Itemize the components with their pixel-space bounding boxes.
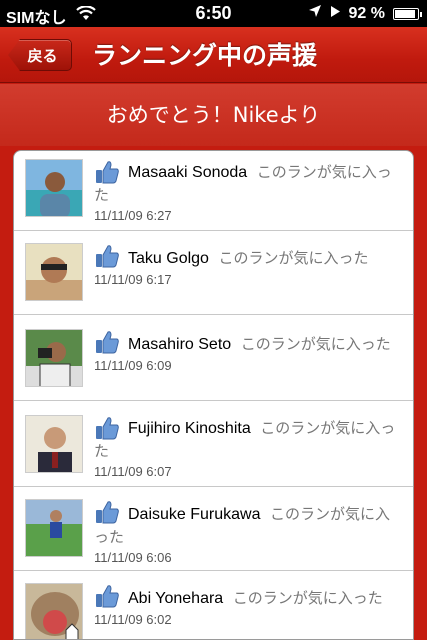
like-text: Taku Golgo このランが気に入った [94, 247, 401, 270]
timestamp: 11/11/09 6:27 [94, 208, 172, 223]
like-text: Masaaki Sonoda このランが気に入った [94, 161, 401, 207]
timestamp: 11/11/09 6:02 [94, 612, 172, 627]
battery-percent: 92 % [348, 4, 385, 22]
like-action: このランが気に入った [232, 589, 383, 607]
battery-icon [393, 7, 422, 20]
timestamp: 11/11/09 6:07 [94, 464, 172, 479]
timestamp: 11/11/09 6:06 [94, 550, 172, 565]
user-name: Fujihiro Kinoshita [128, 420, 251, 437]
avatar [25, 415, 83, 473]
location-arrow-icon [308, 4, 322, 23]
user-name: Taku Golgo [128, 250, 209, 267]
congrats-header: おめでとう！Nikeより [0, 84, 427, 146]
like-text: Fujihiro Kinoshita このランが気に入った [94, 417, 401, 463]
user-name: Abi Yonehara [128, 590, 224, 607]
list-item[interactable]: Fujihiro Kinoshita このランが気に入った 11/11/09 6… [14, 401, 413, 487]
avatar [25, 159, 83, 217]
user-name: Daisuke Furukawa [128, 506, 261, 523]
likes-list: Masaaki Sonoda このランが気に入った 11/11/09 6:27 … [13, 150, 414, 640]
avatar [25, 583, 83, 639]
user-name: Masahiro Seto [128, 336, 232, 353]
like-text: Daisuke Furukawa このランが気に入った [94, 503, 401, 549]
avatar [25, 243, 83, 301]
list-item[interactable]: Taku Golgo このランが気に入った 11/11/09 6:17 [14, 231, 413, 315]
like-text: Masahiro Seto このランが気に入った [94, 333, 401, 356]
list-item[interactable]: Masaaki Sonoda このランが気に入った 11/11/09 6:27 [14, 151, 413, 231]
like-text: Abi Yonehara このランが気に入った [94, 587, 401, 610]
play-icon [330, 5, 341, 23]
list-item[interactable]: Abi Yonehara このランが気に入った 11/11/09 6:02 [14, 571, 413, 639]
user-name: Masaaki Sonoda [128, 164, 248, 181]
like-action: このランが気に入った [218, 249, 369, 267]
status-bar: SIMなし 6:50 92 % [0, 0, 427, 27]
status-right: 92 % [308, 4, 422, 23]
timestamp: 11/11/09 6:17 [94, 272, 172, 287]
list-item[interactable]: Daisuke Furukawa このランが気に入った 11/11/09 6:0… [14, 487, 413, 571]
timestamp: 11/11/09 6:09 [94, 358, 172, 373]
page-title: ランニング中の声援 [92, 41, 318, 70]
like-action: このランが気に入った [240, 335, 391, 353]
list-item[interactable]: Masahiro Seto このランが気に入った 11/11/09 6:09 [14, 315, 413, 401]
back-button[interactable]: 戻る [8, 39, 72, 71]
navigation-bar: 戻る ランニング中の声援 [0, 27, 427, 83]
avatar [25, 329, 83, 387]
avatar [25, 499, 83, 557]
battery-fill [395, 9, 416, 18]
